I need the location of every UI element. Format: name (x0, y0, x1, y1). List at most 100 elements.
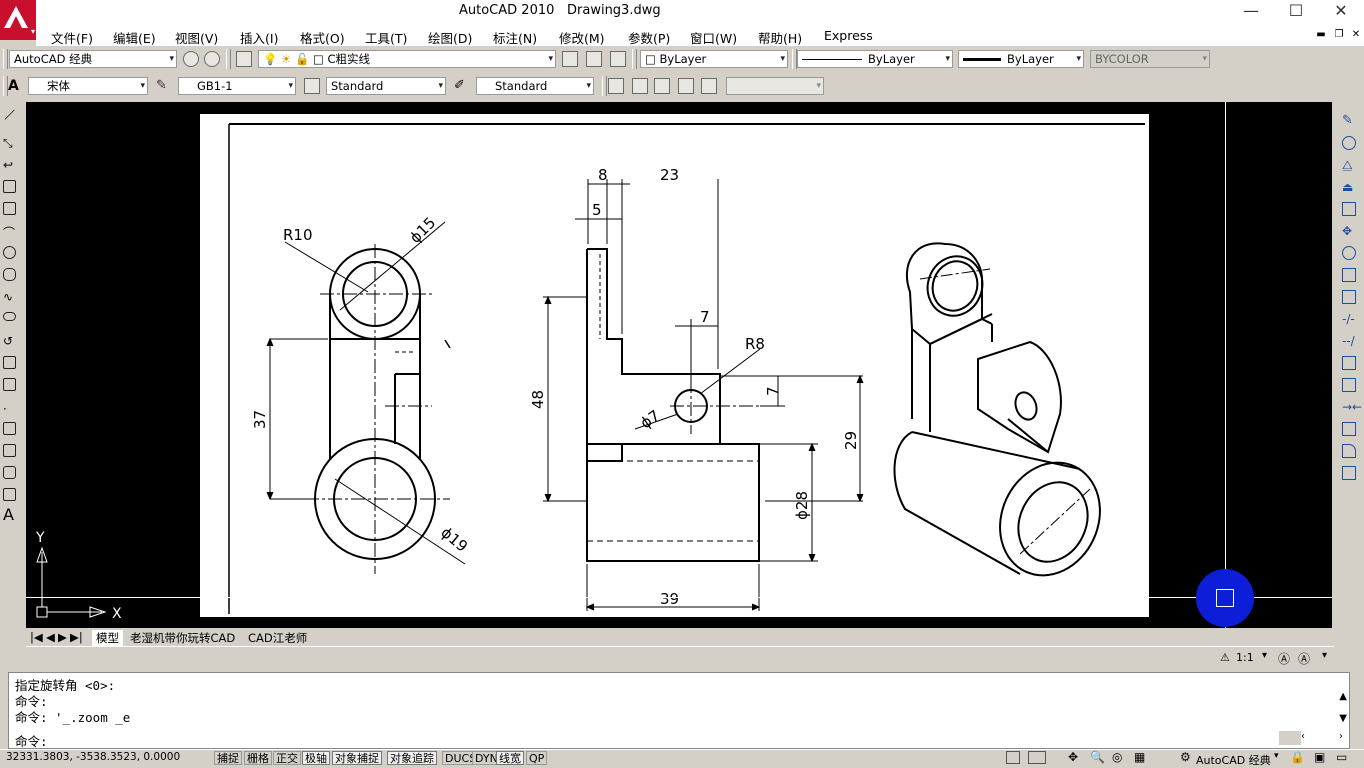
dim-style-select[interactable]: GB1-1 ▾ (178, 77, 296, 95)
tab-model[interactable]: 模型 (92, 630, 123, 646)
gear-icon[interactable]: ⚙ (1180, 750, 1191, 764)
fillet-icon[interactable] (1342, 444, 1356, 458)
arc-icon[interactable]: ⌒ (3, 224, 16, 240)
hardware-acceleration-icon[interactable]: ▣ (1314, 750, 1325, 764)
trim-icon[interactable]: -/- (1342, 312, 1356, 326)
viewport-scale-select[interactable]: ▾ (726, 77, 824, 95)
application-menu-button[interactable]: ▾ (0, 0, 36, 40)
snap-toggle[interactable]: 捕捉 (214, 751, 242, 765)
revision-cloud-icon[interactable] (3, 268, 16, 281)
table-style-icon[interactable] (304, 78, 320, 94)
rotate-icon[interactable] (1342, 246, 1356, 260)
hatch-icon[interactable] (3, 422, 16, 435)
lineweight-select[interactable]: ByLayer ▾ (958, 50, 1084, 68)
showmotion-icon[interactable]: ▦ (1134, 750, 1145, 764)
annotation-visibility-icon[interactable]: Ⓐ (1278, 650, 1290, 667)
first-tab-button[interactable]: |◀ (30, 630, 43, 644)
array-icon[interactable] (1342, 202, 1356, 216)
drawing-area[interactable]: R10 ϕ15 37 ϕ19 8 23 5 7 R8 48 ϕ7 7 29 ϕ2… (26, 102, 1332, 628)
workspace-settings-icon[interactable] (204, 51, 220, 67)
copy-icon[interactable] (1342, 136, 1356, 150)
clean-screen-icon[interactable]: ▭ (1336, 750, 1347, 764)
menu-window[interactable]: 窗口(W) (690, 28, 737, 47)
menu-help[interactable]: 帮助(H) (758, 28, 802, 47)
region-icon[interactable] (3, 466, 16, 479)
status-menu-icon[interactable]: ▾ (1322, 650, 1327, 661)
convert-object-viewport-icon[interactable] (678, 78, 694, 94)
move-icon[interactable]: ✥ (1342, 224, 1356, 238)
close-button[interactable]: ✕ (1318, 0, 1364, 24)
menu-file[interactable]: 文件(F) (51, 28, 93, 47)
maximize-button[interactable]: ☐ (1273, 0, 1319, 24)
circle-icon[interactable] (3, 246, 16, 259)
offset-icon[interactable]: ⏏ (1342, 180, 1356, 194)
otrack-toggle[interactable]: 对象追踪 (387, 751, 437, 765)
text-style-icon[interactable]: A (8, 78, 24, 94)
stretch-icon[interactable] (1342, 290, 1356, 304)
grid-toggle[interactable]: 栅格 (244, 751, 272, 765)
multileader-style-icon[interactable]: ✐ (454, 78, 470, 94)
doc-restore-button[interactable]: ❐ (1332, 28, 1346, 42)
command-scrollbar[interactable] (1279, 731, 1301, 745)
annotation-scale[interactable]: 1:1 (1236, 651, 1254, 664)
menu-tools[interactable]: 工具(T) (365, 28, 407, 47)
chevron-down-icon[interactable]: ▾ (1274, 751, 1279, 761)
layout-icon[interactable] (1028, 751, 1046, 764)
break-icon[interactable] (1342, 378, 1356, 392)
rectangle-icon[interactable] (3, 202, 16, 215)
chevron-down-icon[interactable]: ▾ (1262, 650, 1267, 661)
construction-line-icon[interactable]: ⤡ (3, 136, 16, 150)
steering-wheel-icon[interactable]: ◎ (1112, 750, 1122, 764)
insert-block-icon[interactable] (3, 356, 16, 369)
erase-icon[interactable]: ✎ (1342, 114, 1356, 128)
layer-previous-icon[interactable] (586, 51, 602, 67)
coordinates[interactable]: 32331.3803, -3538.3523, 0.0000 (6, 751, 180, 763)
gear-icon[interactable] (183, 51, 199, 67)
multiline-text-icon[interactable]: A (3, 507, 16, 523)
doc-minimize-button[interactable]: ▬ (1314, 28, 1328, 42)
menu-view[interactable]: 视图(V) (175, 28, 218, 47)
line-icon[interactable] (4, 109, 16, 121)
polygon-icon[interactable] (3, 180, 16, 193)
scale-icon[interactable] (1342, 268, 1356, 282)
ellipse-arc-icon[interactable]: ↺ (3, 334, 16, 348)
menu-format[interactable]: 格式(O) (300, 28, 345, 47)
clip-viewport-icon[interactable] (701, 78, 717, 94)
gradient-icon[interactable] (3, 444, 16, 457)
scroll-right-icon[interactable]: › (1339, 731, 1343, 742)
polygonal-viewport-icon[interactable] (654, 78, 670, 94)
next-tab-button[interactable]: ▶ (58, 630, 67, 644)
scroll-down-icon[interactable]: ▼ (1339, 713, 1347, 724)
explode-icon[interactable] (1342, 466, 1356, 480)
menu-draw[interactable]: 绘图(D) (428, 28, 472, 47)
polar-toggle[interactable]: 极轴 (302, 751, 330, 765)
scroll-left-icon[interactable]: ‹ (1301, 731, 1305, 742)
last-tab-button[interactable]: ▶| (70, 630, 83, 644)
chamfer-icon[interactable] (1342, 422, 1356, 436)
polyline-icon[interactable]: ↩ (3, 158, 16, 172)
quick-properties-toggle[interactable]: QP (526, 751, 548, 765)
menu-edit[interactable]: 编辑(E) (113, 28, 156, 47)
point-icon[interactable]: · (3, 402, 16, 416)
pan-icon[interactable]: ✥ (1068, 750, 1078, 764)
doc-close-button[interactable]: ✕ (1349, 28, 1363, 42)
scroll-up-icon[interactable]: ▲ (1339, 691, 1347, 702)
annotation-scale-icon[interactable]: ⚠ (1220, 651, 1230, 664)
tab-layout1[interactable]: 老湿机带你玩转CAD (130, 630, 235, 646)
join-icon[interactable]: →← (1342, 400, 1362, 414)
workspace-switch[interactable]: AutoCAD 经典 (1196, 752, 1271, 768)
tab-layout2[interactable]: CAD江老师 (248, 630, 307, 646)
make-block-icon[interactable] (3, 378, 16, 391)
plotstyle-select[interactable]: BYCOLOR ▾ (1090, 50, 1210, 68)
menu-modify[interactable]: 修改(M) (559, 28, 605, 47)
ortho-toggle[interactable]: 正交 (273, 751, 301, 765)
minimize-button[interactable]: — (1228, 0, 1274, 24)
font-select[interactable]: 宋体 ▾ (28, 77, 148, 95)
text-style-select[interactable]: Standard ▾ (326, 77, 446, 95)
prev-tab-button[interactable]: ◀ (46, 630, 55, 644)
extend-icon[interactable]: --/ (1342, 334, 1356, 348)
layer-properties-icon[interactable] (236, 51, 252, 67)
auto-scale-icon[interactable]: Ⓐ (1298, 650, 1310, 667)
menu-dimension[interactable]: 标注(N) (493, 28, 537, 47)
table-style-select[interactable]: Standard ▾ (476, 77, 594, 95)
